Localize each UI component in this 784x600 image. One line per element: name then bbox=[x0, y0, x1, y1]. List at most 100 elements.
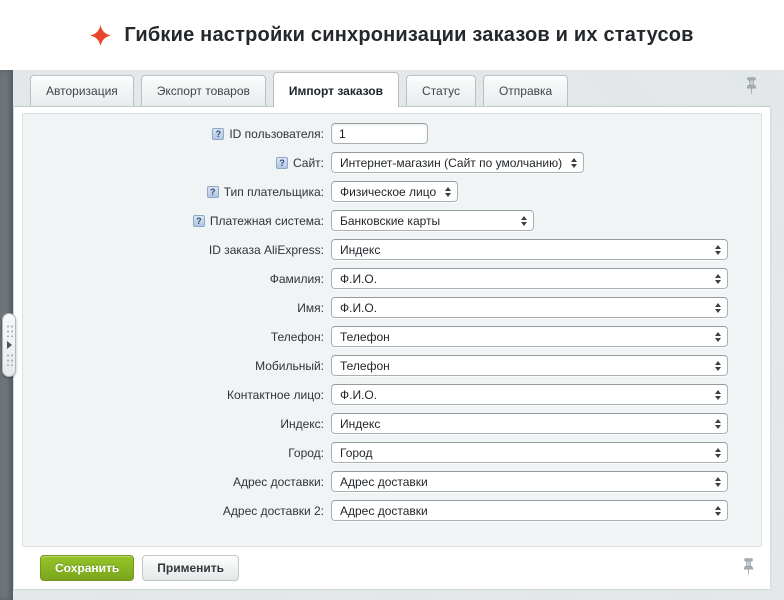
select-control[interactable]: Адрес доставки bbox=[331, 471, 728, 492]
expand-arrow-icon bbox=[7, 341, 12, 349]
select-spinner-icon bbox=[571, 158, 577, 168]
sparkle-star-icon bbox=[90, 25, 111, 46]
field-label: Индекс: bbox=[280, 417, 324, 431]
tab-inactive[interactable]: Статус bbox=[406, 75, 476, 106]
select-control[interactable]: Адрес доставки bbox=[331, 500, 728, 521]
label-cell: ? Сайт: bbox=[23, 156, 331, 170]
field-label: Контактное лицо: bbox=[227, 388, 324, 402]
apply-button[interactable]: Применить bbox=[142, 555, 239, 581]
select-value: Индекс bbox=[340, 243, 380, 257]
select-spinner-icon bbox=[715, 419, 721, 429]
main-area: Авторизация Экспорт товаров Импорт заказ… bbox=[0, 70, 784, 600]
select-control[interactable]: Банковские карты bbox=[331, 210, 534, 231]
form-row: Адрес доставки: Адрес доставки bbox=[23, 467, 761, 496]
select-spinner-icon bbox=[715, 274, 721, 284]
tab-inactive[interactable]: Авторизация bbox=[30, 75, 134, 106]
grip-dots-icon bbox=[6, 324, 13, 337]
select-value: Физическое лицо bbox=[340, 185, 436, 199]
save-button[interactable]: Сохранить bbox=[40, 555, 134, 581]
select-control[interactable]: Телефон bbox=[331, 355, 728, 376]
form-row: Индекс: Индекс bbox=[23, 409, 761, 438]
select-spinner-icon bbox=[715, 506, 721, 516]
select-control[interactable]: Ф.И.О. bbox=[331, 384, 728, 405]
select-control[interactable]: Ф.И.О. bbox=[331, 297, 728, 318]
panel-footer: Сохранить Применить bbox=[14, 547, 770, 589]
field-label: Имя: bbox=[297, 301, 324, 315]
select-control[interactable]: Город bbox=[331, 442, 728, 463]
page-header: Гибкие настройки синхронизации заказов и… bbox=[0, 0, 784, 70]
select-value: Телефон bbox=[340, 359, 390, 373]
select-spinner-icon bbox=[715, 303, 721, 313]
help-icon[interactable]: ? bbox=[207, 186, 219, 198]
text-input[interactable] bbox=[331, 123, 428, 144]
select-control[interactable]: Индекс bbox=[331, 239, 728, 260]
field-label: Фамилия: bbox=[270, 272, 324, 286]
select-spinner-icon bbox=[521, 216, 527, 226]
select-value: Телефон bbox=[340, 330, 390, 344]
form-row: Фамилия: Ф.И.О. bbox=[23, 264, 761, 293]
form-row: ID заказа AliExpress: Индекс bbox=[23, 235, 761, 264]
form-row: ? Сайт: Интернет-магазин (Сайт по умолча… bbox=[23, 148, 761, 177]
label-cell: Город: bbox=[23, 446, 331, 460]
tab-label: Авторизация bbox=[46, 84, 118, 98]
label-cell: ? Платежная система: bbox=[23, 214, 331, 228]
grip-dots-icon bbox=[6, 353, 13, 366]
label-cell: Адрес доставки 2: bbox=[23, 504, 331, 518]
select-spinner-icon bbox=[715, 390, 721, 400]
field-label: Сайт: bbox=[293, 156, 324, 170]
select-value: Банковские карты bbox=[340, 214, 440, 228]
label-cell: ? Тип плательщика: bbox=[23, 185, 331, 199]
help-icon[interactable]: ? bbox=[276, 157, 288, 169]
field-label: Тип плательщика: bbox=[224, 185, 324, 199]
select-control[interactable]: Интернет-магазин (Сайт по умолчанию) bbox=[331, 152, 584, 173]
select-value: Интернет-магазин (Сайт по умолчанию) bbox=[340, 156, 562, 170]
field-label: Телефон: bbox=[271, 330, 324, 344]
tab-bar: Авторизация Экспорт товаров Импорт заказ… bbox=[14, 70, 784, 106]
settings-panel: ? ID пользователя: ? Сайт: Интернет-мага… bbox=[14, 106, 770, 588]
help-icon[interactable]: ? bbox=[212, 128, 224, 140]
select-spinner-icon bbox=[715, 448, 721, 458]
form-row: Мобильный: Телефон bbox=[23, 351, 761, 380]
form-row: ? ID пользователя: bbox=[23, 119, 761, 148]
form-row: ? Платежная система: Банковские карты bbox=[23, 206, 761, 235]
label-cell: Телефон: bbox=[23, 330, 331, 344]
select-value: Ф.И.О. bbox=[340, 301, 377, 315]
select-control[interactable]: Индекс bbox=[331, 413, 728, 434]
select-value: Адрес доставки bbox=[340, 504, 428, 518]
tab-label: Статус bbox=[422, 84, 460, 98]
form-row: Имя: Ф.И.О. bbox=[23, 293, 761, 322]
label-cell: Контактное лицо: bbox=[23, 388, 331, 402]
tab-inactive[interactable]: Экспорт товаров bbox=[141, 75, 266, 106]
tab-inactive[interactable]: Отправка bbox=[483, 75, 568, 106]
select-spinner-icon bbox=[715, 332, 721, 342]
select-control[interactable]: Физическое лицо bbox=[331, 181, 458, 202]
select-value: Ф.И.О. bbox=[340, 272, 377, 286]
tab-label: Экспорт товаров bbox=[157, 84, 250, 98]
select-spinner-icon bbox=[715, 477, 721, 487]
select-control[interactable]: Ф.И.О. bbox=[331, 268, 728, 289]
panel-toggle-handle[interactable] bbox=[2, 313, 16, 377]
label-cell: ? ID пользователя: bbox=[23, 127, 331, 141]
form-row: Город: Город bbox=[23, 438, 761, 467]
select-spinner-icon bbox=[715, 361, 721, 371]
select-spinner-icon bbox=[445, 187, 451, 197]
form-row: Телефон: Телефон bbox=[23, 322, 761, 351]
select-control[interactable]: Телефон bbox=[331, 326, 728, 347]
field-label: Платежная система: bbox=[210, 214, 324, 228]
pin-icon[interactable] bbox=[746, 77, 757, 97]
form-row: ? Тип плательщика: Физическое лицо bbox=[23, 177, 761, 206]
select-value: Индекс bbox=[340, 417, 380, 431]
select-value: Адрес доставки bbox=[340, 475, 428, 489]
tab-label: Импорт заказов bbox=[289, 84, 383, 98]
field-label: Город: bbox=[288, 446, 324, 460]
page-title: Гибкие настройки синхронизации заказов и… bbox=[124, 24, 693, 47]
field-label: Адрес доставки: bbox=[233, 475, 324, 489]
pin-icon[interactable] bbox=[743, 558, 754, 578]
field-label: ID заказа AliExpress: bbox=[209, 243, 324, 257]
select-value: Ф.И.О. bbox=[340, 388, 377, 402]
label-cell: ID заказа AliExpress: bbox=[23, 243, 331, 257]
label-cell: Имя: bbox=[23, 301, 331, 315]
field-label: Адрес доставки 2: bbox=[223, 504, 324, 518]
help-icon[interactable]: ? bbox=[193, 215, 205, 227]
tab-active[interactable]: Импорт заказов bbox=[273, 72, 399, 107]
